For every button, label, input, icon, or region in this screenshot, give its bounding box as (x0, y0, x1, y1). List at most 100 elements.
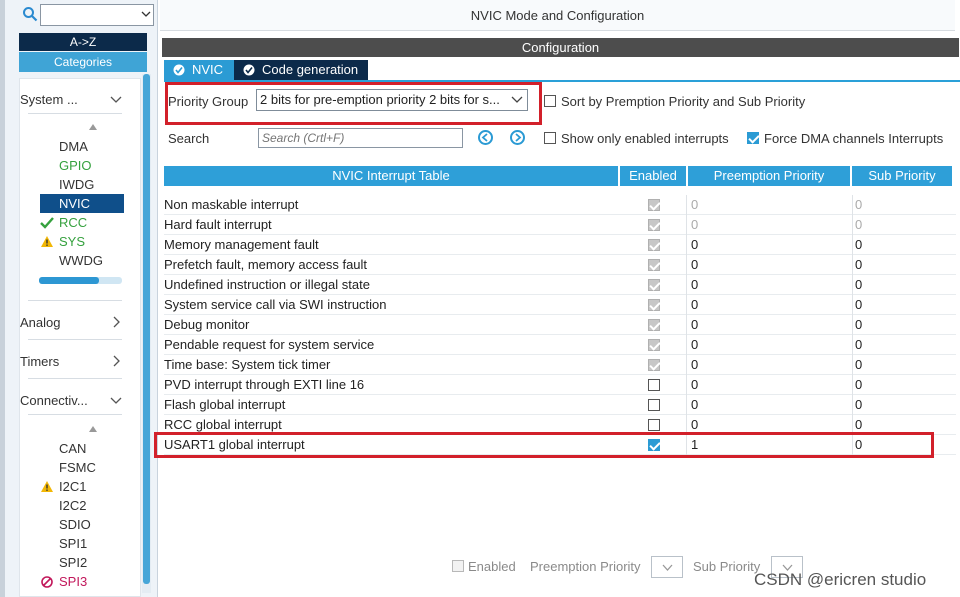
sidebar-item-dma[interactable]: DMA (40, 137, 124, 156)
enabled-checkbox[interactable] (648, 379, 660, 391)
preemption-priority-cell[interactable]: 0 (686, 255, 848, 275)
check-circle-icon (243, 64, 255, 76)
table-row[interactable]: Undefined instruction or illegal state 0 0 (164, 275, 956, 295)
sidebar-item-fsmc[interactable]: FSMC (40, 458, 124, 477)
table-row[interactable]: Debug monitor 0 0 (164, 315, 956, 335)
tab-code-generation[interactable]: Code generation (234, 60, 368, 80)
select-value: 2 bits for pre-emption priority 2 bits f… (260, 92, 500, 107)
column-header-name[interactable]: NVIC Interrupt Table (164, 166, 618, 186)
category-system-core[interactable]: System ... (20, 90, 140, 110)
search-input[interactable] (258, 128, 463, 148)
vertical-scrollbar[interactable] (142, 74, 151, 593)
sidebar-item-gpio[interactable]: GPIO (40, 156, 124, 175)
footer-preemption-select[interactable] (651, 556, 683, 578)
tab-bar: NVIC Code generation (164, 60, 960, 82)
preemption-priority-cell[interactable]: 0 (686, 235, 848, 255)
item-label: SPI1 (59, 536, 88, 551)
table-row[interactable]: Prefetch fault, memory access fault 0 0 (164, 255, 956, 275)
enabled-checkbox[interactable] (648, 399, 660, 411)
sub-priority-cell[interactable]: 0 (852, 315, 952, 335)
sort-az-button[interactable]: A->Z (19, 33, 147, 51)
sidebar-item-rcc[interactable]: RCC (40, 213, 124, 232)
tab-label: NVIC (192, 62, 224, 77)
sub-priority-cell[interactable]: 0 (852, 295, 952, 315)
chevron-down-icon (110, 397, 122, 404)
scroll-up-icon[interactable] (88, 425, 98, 435)
interrupt-name: Debug monitor (164, 317, 250, 332)
enabled-checkbox (648, 259, 660, 271)
divider (28, 378, 122, 379)
sub-priority-cell[interactable]: 0 (852, 275, 952, 295)
sub-priority-cell[interactable]: 0 (852, 375, 952, 395)
table-row[interactable]: Time base: System tick timer 0 0 (164, 355, 956, 375)
preemption-priority-cell[interactable]: 0 (686, 295, 848, 315)
sub-priority-cell[interactable]: 0 (852, 215, 952, 235)
item-label: SPI2 (59, 555, 88, 570)
horizontal-scrollbar[interactable] (39, 277, 122, 284)
preemption-priority-cell[interactable]: 0 (686, 395, 848, 415)
sidebar-item-spi1[interactable]: SPI1 (40, 534, 124, 553)
table-row[interactable]: Pendable request for system service 0 0 (164, 335, 956, 355)
interrupt-name: Time base: System tick timer (164, 357, 331, 372)
sidebar-item-i2c2[interactable]: I2C2 (40, 496, 124, 515)
column-header-sub[interactable]: Sub Priority (852, 166, 952, 186)
enabled-checkbox (648, 219, 660, 231)
category-label: Analog (20, 315, 61, 330)
search-next-button[interactable] (510, 130, 525, 145)
chevron-right-icon (515, 133, 522, 142)
sidebar-item-spi3[interactable]: SPI3 (40, 572, 124, 591)
show-enabled-checkbox[interactable] (544, 132, 556, 144)
sub-priority-cell[interactable]: 0 (852, 255, 952, 275)
footer-enabled-checkbox[interactable] (452, 560, 464, 572)
priority-group-select[interactable]: 2 bits for pre-emption priority 2 bits f… (256, 89, 528, 111)
preemption-priority-cell[interactable]: 0 (686, 275, 848, 295)
table-row[interactable]: PVD interrupt through EXTI line 16 0 0 (164, 375, 956, 395)
item-label: NVIC (59, 196, 91, 211)
sub-priority-cell[interactable]: 0 (852, 355, 952, 375)
chevron-right-icon (113, 355, 120, 367)
table-row[interactable]: Non maskable interrupt 0 0 (164, 195, 956, 215)
column-header-enabled[interactable]: Enabled (620, 166, 686, 186)
column-header-preemption[interactable]: Preemption Priority (688, 166, 850, 186)
sidebar-search-combo[interactable] (40, 4, 154, 26)
sidebar-item-spi2[interactable]: SPI2 (40, 553, 124, 572)
sub-priority-cell[interactable]: 0 (852, 235, 952, 255)
sidebar-item-can[interactable]: CAN (40, 439, 124, 458)
search-label: Search (168, 131, 210, 146)
category-connectivity[interactable]: Connectiv... (20, 391, 140, 411)
category-analog[interactable]: Analog (20, 313, 140, 333)
table-row[interactable]: System service call via SWI instruction 0… (164, 295, 956, 315)
preemption-priority-cell[interactable]: 0 (686, 215, 848, 235)
search-icon[interactable] (22, 6, 38, 22)
scrollbar-thumb[interactable] (39, 277, 99, 284)
preemption-priority-cell[interactable]: 0 (686, 355, 848, 375)
scrollbar-thumb[interactable] (143, 74, 150, 584)
table-row[interactable]: Memory management fault 0 0 (164, 235, 956, 255)
chevron-down-icon (141, 11, 151, 17)
scroll-up-icon[interactable] (88, 123, 98, 133)
sub-priority-cell[interactable]: 0 (852, 195, 952, 215)
preemption-priority-cell[interactable]: 0 (686, 335, 848, 355)
sidebar-item-iwdg[interactable]: IWDG (40, 175, 124, 194)
sidebar-item-sys[interactable]: SYS (40, 232, 124, 251)
category-timers[interactable]: Timers (20, 352, 140, 372)
enabled-checkbox (648, 279, 660, 291)
preemption-priority-cell[interactable]: 0 (686, 315, 848, 335)
enabled-checkbox[interactable] (648, 419, 660, 431)
sub-priority-cell[interactable]: 0 (852, 395, 952, 415)
table-row[interactable]: Hard fault interrupt 0 0 (164, 215, 956, 235)
sidebar-item-sdio[interactable]: SDIO (40, 515, 124, 534)
sidebar-item-i2c1[interactable]: I2C1 (40, 477, 124, 496)
tab-nvic[interactable]: NVIC (164, 60, 234, 80)
force-dma-checkbox[interactable] (747, 132, 759, 144)
preemption-priority-cell[interactable]: 0 (686, 375, 848, 395)
sidebar-item-wwdg[interactable]: WWDG (40, 251, 124, 270)
sidebar-item-nvic[interactable]: NVIC (40, 194, 124, 213)
table-row[interactable]: Flash global interrupt 0 0 (164, 395, 956, 415)
search-prev-button[interactable] (478, 130, 493, 145)
sort-priority-checkbox[interactable] (544, 95, 556, 107)
categories-button[interactable]: Categories (19, 52, 147, 72)
preemption-priority-cell[interactable]: 0 (686, 195, 848, 215)
sub-priority-cell[interactable]: 0 (852, 335, 952, 355)
divider (28, 339, 122, 340)
